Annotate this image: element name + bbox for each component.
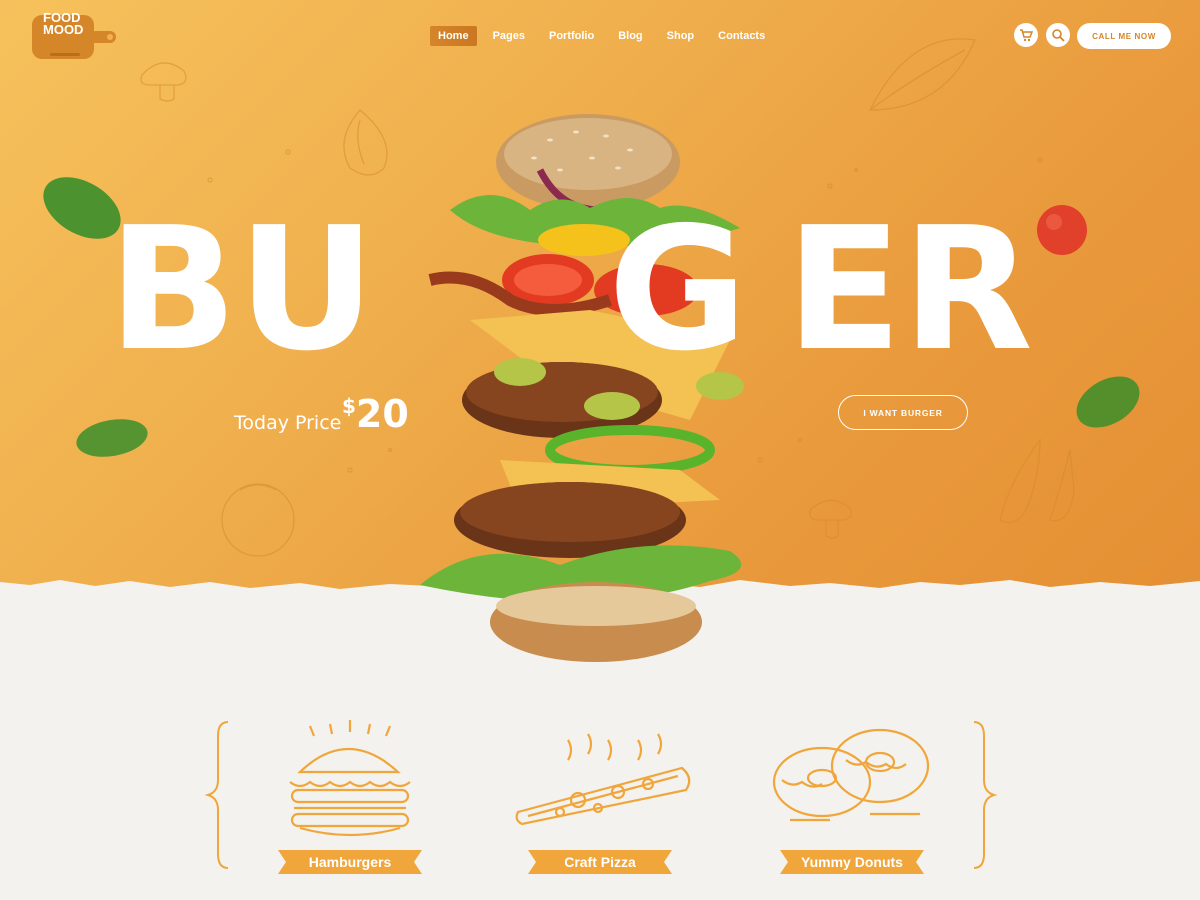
pizza-icon [515, 733, 691, 826]
call-me-now-button[interactable]: CALL ME NOW [1077, 23, 1171, 49]
category-yummy-donuts-ribbon[interactable]: Yummy Donuts [780, 848, 924, 876]
category-label: Yummy Donuts [801, 854, 903, 870]
left-brace-icon [204, 721, 229, 869]
donut-icon [772, 728, 930, 822]
brand-name: FOOD MOOD [43, 11, 84, 37]
price-amount: 20 [355, 392, 409, 436]
nav-shop[interactable]: Shop [659, 26, 703, 46]
nav-pages[interactable]: Pages [485, 26, 533, 46]
cart-icon [1020, 29, 1033, 42]
hero-title-left: BU [108, 191, 376, 389]
today-price-label: Today Price [234, 412, 342, 434]
category-hamburgers-ribbon[interactable]: Hamburgers [278, 848, 422, 876]
search-button[interactable] [1046, 23, 1070, 47]
hero-title-g: G [608, 191, 748, 389]
search-icon [1052, 29, 1065, 42]
nav-blog[interactable]: Blog [610, 26, 650, 46]
brand-line-2: MOOD [43, 22, 84, 37]
hero-title-right: ER [786, 191, 1034, 389]
category-label: Craft Pizza [564, 854, 636, 870]
category-label: Hamburgers [308, 854, 392, 870]
nav-portfolio[interactable]: Portfolio [541, 26, 602, 46]
hamburger-icon [289, 720, 411, 837]
nav-contacts[interactable]: Contacts [710, 26, 773, 46]
price-currency: $ [342, 394, 356, 418]
category-craft-pizza-ribbon[interactable]: Craft Pizza [528, 848, 672, 876]
right-brace-icon [973, 721, 998, 869]
main-nav: Home Pages Portfolio Blog Shop Contacts [430, 26, 781, 46]
cart-button[interactable] [1014, 23, 1038, 47]
i-want-burger-button[interactable]: I WANT BURGER [838, 395, 968, 430]
nav-home[interactable]: Home [430, 26, 477, 46]
today-price-value: $20 [342, 392, 409, 436]
